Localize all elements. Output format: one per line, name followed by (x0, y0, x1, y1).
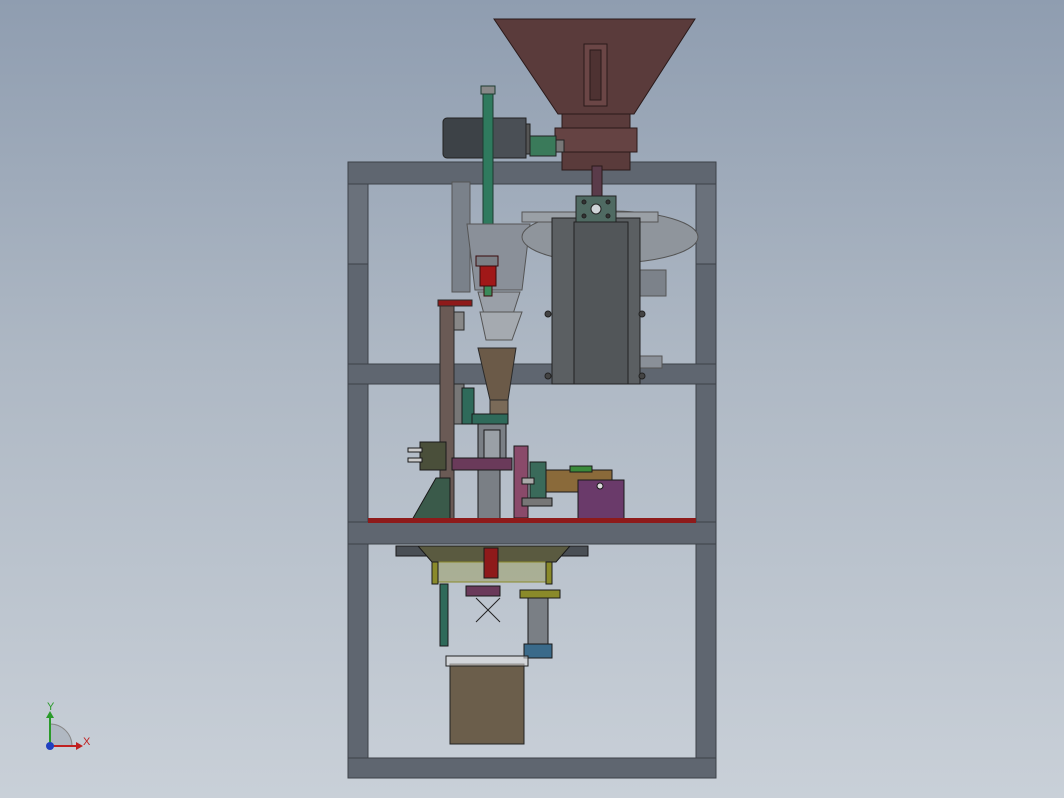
cad-viewport[interactable]: Y X (0, 0, 1064, 798)
middle-red-plate (368, 518, 696, 523)
frame-top-beam (347, 161, 717, 185)
bag-clamp-assembly (395, 545, 589, 659)
clamp-mechanism (407, 387, 529, 521)
triad-rotation-arc (49, 723, 73, 747)
frame-bottom-beam (347, 757, 717, 779)
gearbox-housing (544, 195, 646, 385)
bag (445, 655, 529, 745)
triad-x-label: X (83, 736, 91, 748)
machine-assembly-drawing (46, 18, 717, 779)
pneumatic-cylinder (521, 461, 625, 521)
triad-z-axis (46, 742, 54, 750)
drive-motor (442, 117, 565, 159)
triad-y-label: Y (47, 701, 55, 713)
motor-coupling (529, 135, 557, 157)
frame-mid-beam-lower (347, 521, 717, 545)
orientation-triad (46, 711, 83, 750)
